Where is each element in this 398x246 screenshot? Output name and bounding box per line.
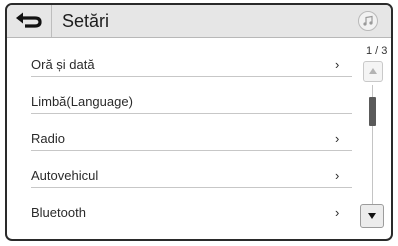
menu-item-label: Bluetooth bbox=[31, 205, 86, 220]
music-note-icon bbox=[363, 15, 373, 26]
chevron-right-icon: › bbox=[335, 205, 340, 220]
back-button[interactable] bbox=[13, 9, 45, 33]
menu-item-label: Autovehicul bbox=[31, 168, 99, 183]
media-button[interactable] bbox=[358, 11, 378, 31]
menu-item-language[interactable]: Limbă(Language) bbox=[31, 88, 352, 125]
menu-item-label: Radio bbox=[31, 131, 65, 146]
header-bar: Setări bbox=[7, 5, 391, 38]
menu-item-radio[interactable]: Radio › bbox=[31, 125, 352, 162]
menu-item-vehicle[interactable]: Autovehicul › bbox=[31, 162, 352, 199]
row-divider bbox=[31, 187, 352, 188]
page-title: Setări bbox=[62, 11, 110, 31]
chevron-right-icon: › bbox=[335, 168, 340, 183]
chevron-right-icon: › bbox=[335, 57, 340, 72]
row-divider bbox=[31, 150, 352, 151]
back-arrow-icon bbox=[16, 12, 42, 28]
header-divider bbox=[51, 5, 52, 37]
settings-screen: Setări Oră și dată › Limbă(Language) Rad… bbox=[5, 3, 393, 241]
row-divider bbox=[31, 113, 352, 114]
menu-item-time-date[interactable]: Oră și dată › bbox=[31, 51, 352, 88]
scroll-up-arrow-icon bbox=[369, 68, 377, 74]
menu-item-label: Limbă(Language) bbox=[31, 94, 133, 109]
scroll-down-button[interactable] bbox=[360, 204, 384, 228]
page-indicator: 1 / 3 bbox=[366, 45, 388, 57]
scrollbar-thumb[interactable] bbox=[369, 97, 376, 126]
menu-item-label: Oră și dată bbox=[31, 57, 95, 72]
chevron-right-icon: › bbox=[335, 131, 340, 146]
menu-item-bluetooth[interactable]: Bluetooth › bbox=[31, 199, 352, 236]
scroll-down-arrow-icon bbox=[368, 213, 376, 219]
scroll-up-button[interactable] bbox=[363, 61, 383, 82]
settings-list: Oră și dată › Limbă(Language) Radio › Au… bbox=[31, 51, 352, 236]
row-divider bbox=[31, 76, 352, 77]
